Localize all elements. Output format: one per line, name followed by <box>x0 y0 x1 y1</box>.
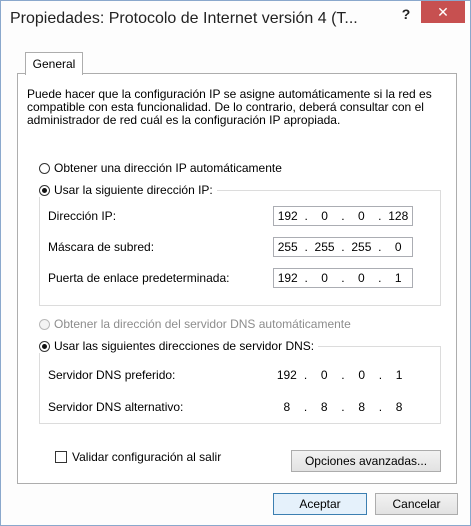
subnet-mask-label: Máscara de subred: <box>48 240 155 254</box>
ip-address-label: Dirección IP: <box>48 209 117 223</box>
octet: 8 <box>395 400 403 414</box>
octet: 255 <box>277 240 298 254</box>
octet: 8 <box>283 400 291 414</box>
gateway-field[interactable]: 192. 0. 0. 1 <box>273 268 413 288</box>
octet: 255 <box>314 240 335 254</box>
octet: 8 <box>320 400 328 414</box>
ip-auto-label: Obtener una dirección IP automáticamente <box>54 161 282 175</box>
octet: 0 <box>321 209 328 223</box>
octet: 128 <box>388 209 409 223</box>
cancel-button[interactable]: Cancelar <box>375 493 458 515</box>
dns-manual-label: Usar las siguientes direcciones de servi… <box>54 339 315 353</box>
ip-manual-label: Usar la siguiente dirección IP: <box>54 183 213 197</box>
octet: 0 <box>321 271 328 285</box>
dns-manual-radio[interactable]: Usar las siguientes direcciones de servi… <box>39 339 319 353</box>
validate-label: Validar configuración al salir <box>72 450 222 464</box>
octet: 8 <box>358 400 365 414</box>
ip-manual-radio[interactable]: Usar la siguiente dirección IP: <box>39 183 217 197</box>
ip-auto-radio[interactable]: Obtener una dirección IP automáticamente <box>39 161 282 175</box>
ip-auto-radio-circle <box>39 162 50 174</box>
dns-manual-radio-circle <box>39 340 50 352</box>
validate-checkbox-box <box>55 451 67 463</box>
octet: 1 <box>395 368 403 382</box>
tab-strip: General <box>17 40 457 75</box>
description-text: Puede hacer que la configuración IP se a… <box>27 87 432 127</box>
octet: 192 <box>276 368 297 382</box>
preferred-dns-field[interactable]: 192. 0. 0. 1 <box>273 365 413 385</box>
octet: 192 <box>277 209 298 223</box>
octet: 0 <box>358 271 365 285</box>
title-bar: Propiedades: Protocolo de Internet versi… <box>1 1 470 39</box>
octet: 192 <box>277 271 298 285</box>
octet: 0 <box>394 240 402 254</box>
octet: 1 <box>394 271 402 285</box>
ip-manual-radio-circle <box>39 184 50 196</box>
subnet-mask-field[interactable]: 255. 255. 255. 0 <box>273 237 413 257</box>
ip-address-field[interactable]: 192. 0. 0. 128 <box>273 206 413 226</box>
dns-auto-radio-circle <box>39 318 50 330</box>
octet: 0 <box>358 209 365 223</box>
octet: 255 <box>351 240 372 254</box>
dialog-window: Propiedades: Protocolo de Internet versi… <box>0 0 471 526</box>
advanced-options-button[interactable]: Opciones avanzadas... <box>291 450 441 472</box>
dns-auto-label: Obtener la dirección del servidor DNS au… <box>54 317 351 331</box>
alternate-dns-field[interactable]: 8. 8. 8. 8 <box>273 397 413 417</box>
gateway-label: Puerta de enlace predeterminada: <box>48 271 230 285</box>
validate-checkbox[interactable]: Validar configuración al salir <box>55 450 221 464</box>
tab-general[interactable]: General <box>25 52 83 75</box>
window-title: Propiedades: Protocolo de Internet versi… <box>10 10 358 27</box>
general-panel: Puede hacer que la configuración IP se a… <box>17 73 457 484</box>
ok-button[interactable]: Aceptar <box>273 493 367 515</box>
close-button[interactable]: ✕ <box>421 1 465 23</box>
octet: 0 <box>320 368 328 382</box>
octet: 0 <box>358 368 365 382</box>
preferred-dns-label: Servidor DNS preferido: <box>48 368 176 382</box>
alternate-dns-label: Servidor DNS alternativo: <box>48 400 184 414</box>
dns-auto-radio[interactable]: Obtener la dirección del servidor DNS au… <box>39 317 351 331</box>
help-button[interactable]: ? <box>394 3 418 25</box>
